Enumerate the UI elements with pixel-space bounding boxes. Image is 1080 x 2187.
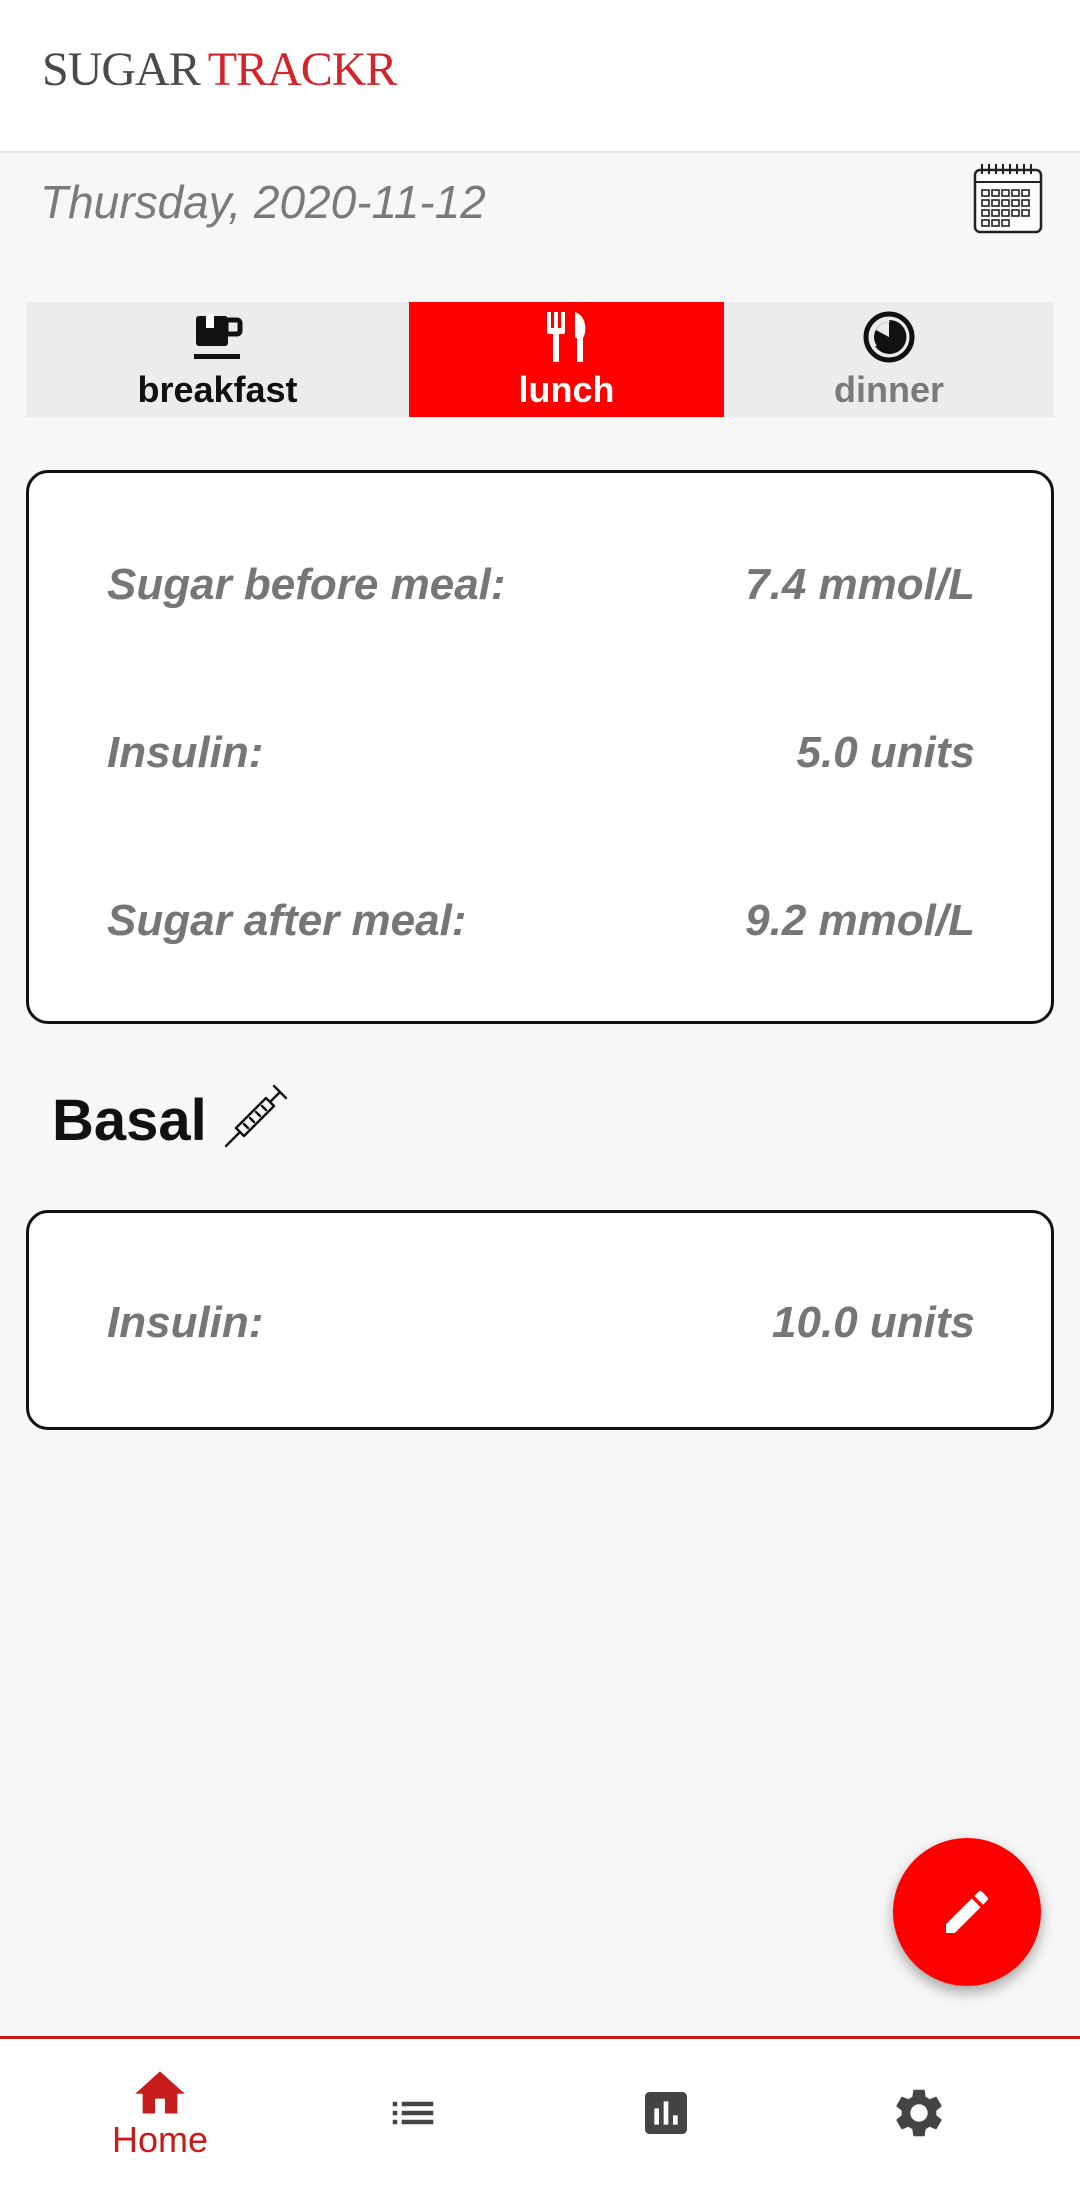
basal-details-card: Insulin: 10.0 units	[26, 1210, 1054, 1430]
sugar-before-label: Sugar before meal:	[107, 560, 506, 609]
basal-heading: Basal	[52, 1088, 207, 1153]
insulin-value: 5.0 units	[796, 728, 976, 777]
tab-dinner[interactable]: dinner	[724, 302, 1054, 417]
nav-settings[interactable]	[819, 2039, 1019, 2187]
logo-sugar: SUGAR	[42, 43, 201, 96]
bottom-navigation: Home	[0, 2036, 1080, 2187]
home-icon	[135, 2071, 185, 2114]
fork-knife-icon	[537, 308, 597, 366]
sugar-before-value: 7.4 mmol/L	[745, 560, 975, 609]
meal-details-card: Sugar before meal: 7.4 mmol/L Insulin: 5…	[26, 470, 1054, 1024]
nav-list[interactable]	[313, 2039, 513, 2187]
sugar-after-row: Sugar after meal: 9.2 mmol/L	[107, 891, 975, 951]
logo-trackr: TRACKR	[207, 43, 398, 96]
nav-home[interactable]: Home	[60, 2039, 260, 2187]
list-icon	[392, 2101, 434, 2125]
app-root: SUGAR TRACKR Thursday, 2020-11-12 breakf…	[0, 0, 1080, 2187]
insulin-row: Insulin: 5.0 units	[107, 723, 975, 783]
half-moon-icon	[859, 308, 919, 366]
syringe-icon	[222, 1080, 292, 1150]
app-bar: SUGAR TRACKR	[0, 0, 1080, 153]
nav-statistics[interactable]	[566, 2039, 766, 2187]
app-logo: SUGAR TRACKR	[42, 42, 398, 98]
tab-dinner-label: dinner	[833, 369, 944, 410]
insulin-label: Insulin:	[107, 728, 264, 777]
meal-tabs: breakfast lunch dinner	[26, 302, 1054, 417]
selected-date: Thursday, 2020-11-12	[40, 176, 486, 228]
tab-breakfast-label: breakfast	[137, 369, 298, 410]
bar-chart-icon	[645, 2092, 687, 2134]
settings-gear-icon	[896, 2089, 942, 2137]
tab-lunch-label: lunch	[518, 369, 615, 410]
edit-pencil-icon	[946, 1890, 989, 1933]
calendar-button[interactable]	[972, 160, 1044, 236]
sugar-after-value: 9.2 mmol/L	[745, 896, 975, 945]
basal-insulin-value: 10.0 units	[772, 1298, 975, 1347]
basal-insulin-row: Insulin: 10.0 units	[107, 1293, 975, 1353]
sugar-after-label: Sugar after meal:	[107, 896, 467, 945]
edit-button[interactable]	[893, 1838, 1041, 1986]
sugar-before-row: Sugar before meal: 7.4 mmol/L	[107, 555, 975, 615]
coffee-cup-icon	[188, 308, 248, 366]
basal-insulin-label: Insulin:	[107, 1298, 264, 1347]
nav-home-label: Home	[111, 2119, 209, 2160]
tab-lunch[interactable]: lunch	[409, 302, 724, 417]
tab-breakfast[interactable]: breakfast	[26, 302, 409, 417]
calendar-icon	[973, 164, 1043, 234]
